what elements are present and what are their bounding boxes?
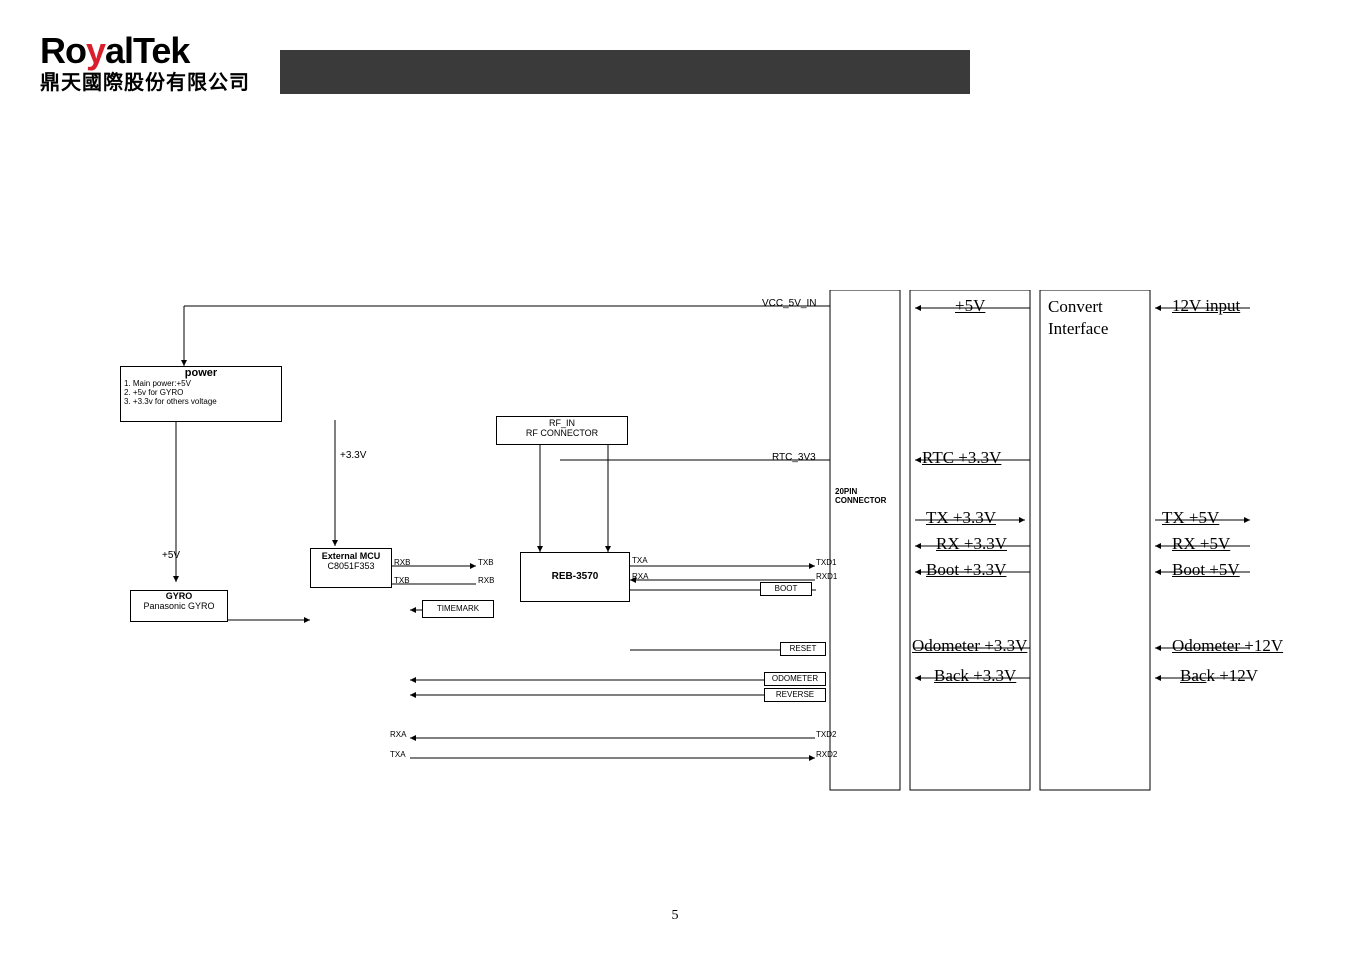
lbl-txd2: TXD2 [816, 730, 836, 739]
conn-boot33: Boot +3.3V [926, 560, 1006, 580]
lbl-rtc3v3: RTC_3V3 [772, 452, 816, 463]
block-diagram: power 1. Main power:+5V 2. +5v for GYRO … [100, 290, 1280, 820]
timemark-block: TIMEMARK [422, 600, 494, 618]
lbl-vcc5vin: VCC_5V_IN [762, 298, 816, 309]
lbl-rxb-l: RXB [394, 558, 410, 567]
logo-subtitle: 鼎天國際股份有限公司 [40, 66, 250, 95]
power-title: power [121, 367, 281, 379]
page-number: 5 [672, 908, 679, 924]
lbl-odo: ODOMETER [764, 672, 826, 686]
label-5v-left: +5V [162, 550, 180, 561]
lbl-20pin: 20PIN CONNECTOR [835, 488, 886, 506]
ext-mcu-sub: C8051F353 [311, 561, 391, 571]
lbl-reset: RESET [780, 642, 826, 656]
logo-text-end: alTek [105, 30, 189, 71]
lbl-rev: REVERSE [764, 688, 826, 702]
ext-boot5v: Boot +5V [1172, 560, 1240, 580]
conn-5v: +5V [955, 296, 985, 316]
rf-block: RF_IN RF CONNECTOR [496, 416, 628, 445]
lbl-boot: BOOT [760, 582, 812, 596]
lbl-rxd1: RXD1 [816, 572, 837, 581]
ext-odo12-text: Odometer +12V [1172, 636, 1283, 655]
rf-line1: RF_IN [497, 418, 627, 428]
lbl-txb-r: TXB [478, 558, 494, 567]
power-line2: 2. +5v for GYRO [121, 388, 281, 397]
ext-back12: Back +12V [1180, 666, 1258, 686]
lbl-rxb-r: RXB [478, 576, 494, 585]
conn-tx33: TX +3.3V [926, 508, 996, 528]
header-bar [280, 50, 970, 94]
ext-odo12: Odometer +12V [1172, 636, 1283, 656]
lbl-txb-l: TXB [394, 576, 410, 585]
lbl-txa2: TXA [390, 750, 406, 759]
lbl-rxd2: RXD2 [816, 750, 837, 759]
power-line3: 3. +3.3v for others voltage [121, 397, 281, 406]
conn-rx33: RX +3.3V [936, 534, 1007, 554]
gyro-sub: Panasonic GYRO [131, 601, 227, 611]
ext-12vin: 12V input [1172, 296, 1240, 316]
ext-mcu-title: External MCU [311, 551, 391, 561]
convert-l2: Interface [1048, 318, 1108, 340]
lbl-txd1: TXD1 [816, 558, 836, 567]
lbl-rxa2: RXA [390, 730, 406, 739]
power-line1: 1. Main power:+5V [121, 379, 281, 388]
reb-block: REB-3570 [520, 552, 630, 602]
conn-rtc33: RTC +3.3V [922, 448, 1001, 468]
gyro-block: GYRO Panasonic GYRO [130, 590, 228, 622]
lbl-rxa: RXA [632, 572, 648, 581]
convert-l1: Convert [1048, 296, 1108, 318]
conn-odo33-text: Odometer +3.3V [912, 636, 1027, 655]
logo-text: Ro [40, 30, 86, 71]
logo-text-y: y [86, 30, 105, 71]
lbl-txa: TXA [632, 556, 648, 565]
logo: RoyalTek 鼎天國際股份有限公司 [40, 30, 250, 95]
ext-rx5v: RX +5V [1172, 534, 1230, 554]
lbl-20pin-l2: CONNECTOR [835, 497, 886, 506]
conn-odo33: Odometer +3.3V [912, 636, 1027, 656]
gyro-title: GYRO [131, 591, 227, 601]
power-block: power 1. Main power:+5V 2. +5v for GYRO … [120, 366, 282, 422]
conn-back33: Back +3.3V [934, 666, 1016, 686]
label-3v3: +3.3V [340, 450, 366, 461]
rf-line2: RF CONNECTOR [497, 428, 627, 438]
external-mcu-block: External MCU C8051F353 [310, 548, 392, 588]
document-header: RoyalTek 鼎天國際股份有限公司 [40, 30, 1310, 100]
ext-tx5v: TX +5V [1162, 508, 1219, 528]
convert-label: Convert Interface [1048, 296, 1108, 340]
